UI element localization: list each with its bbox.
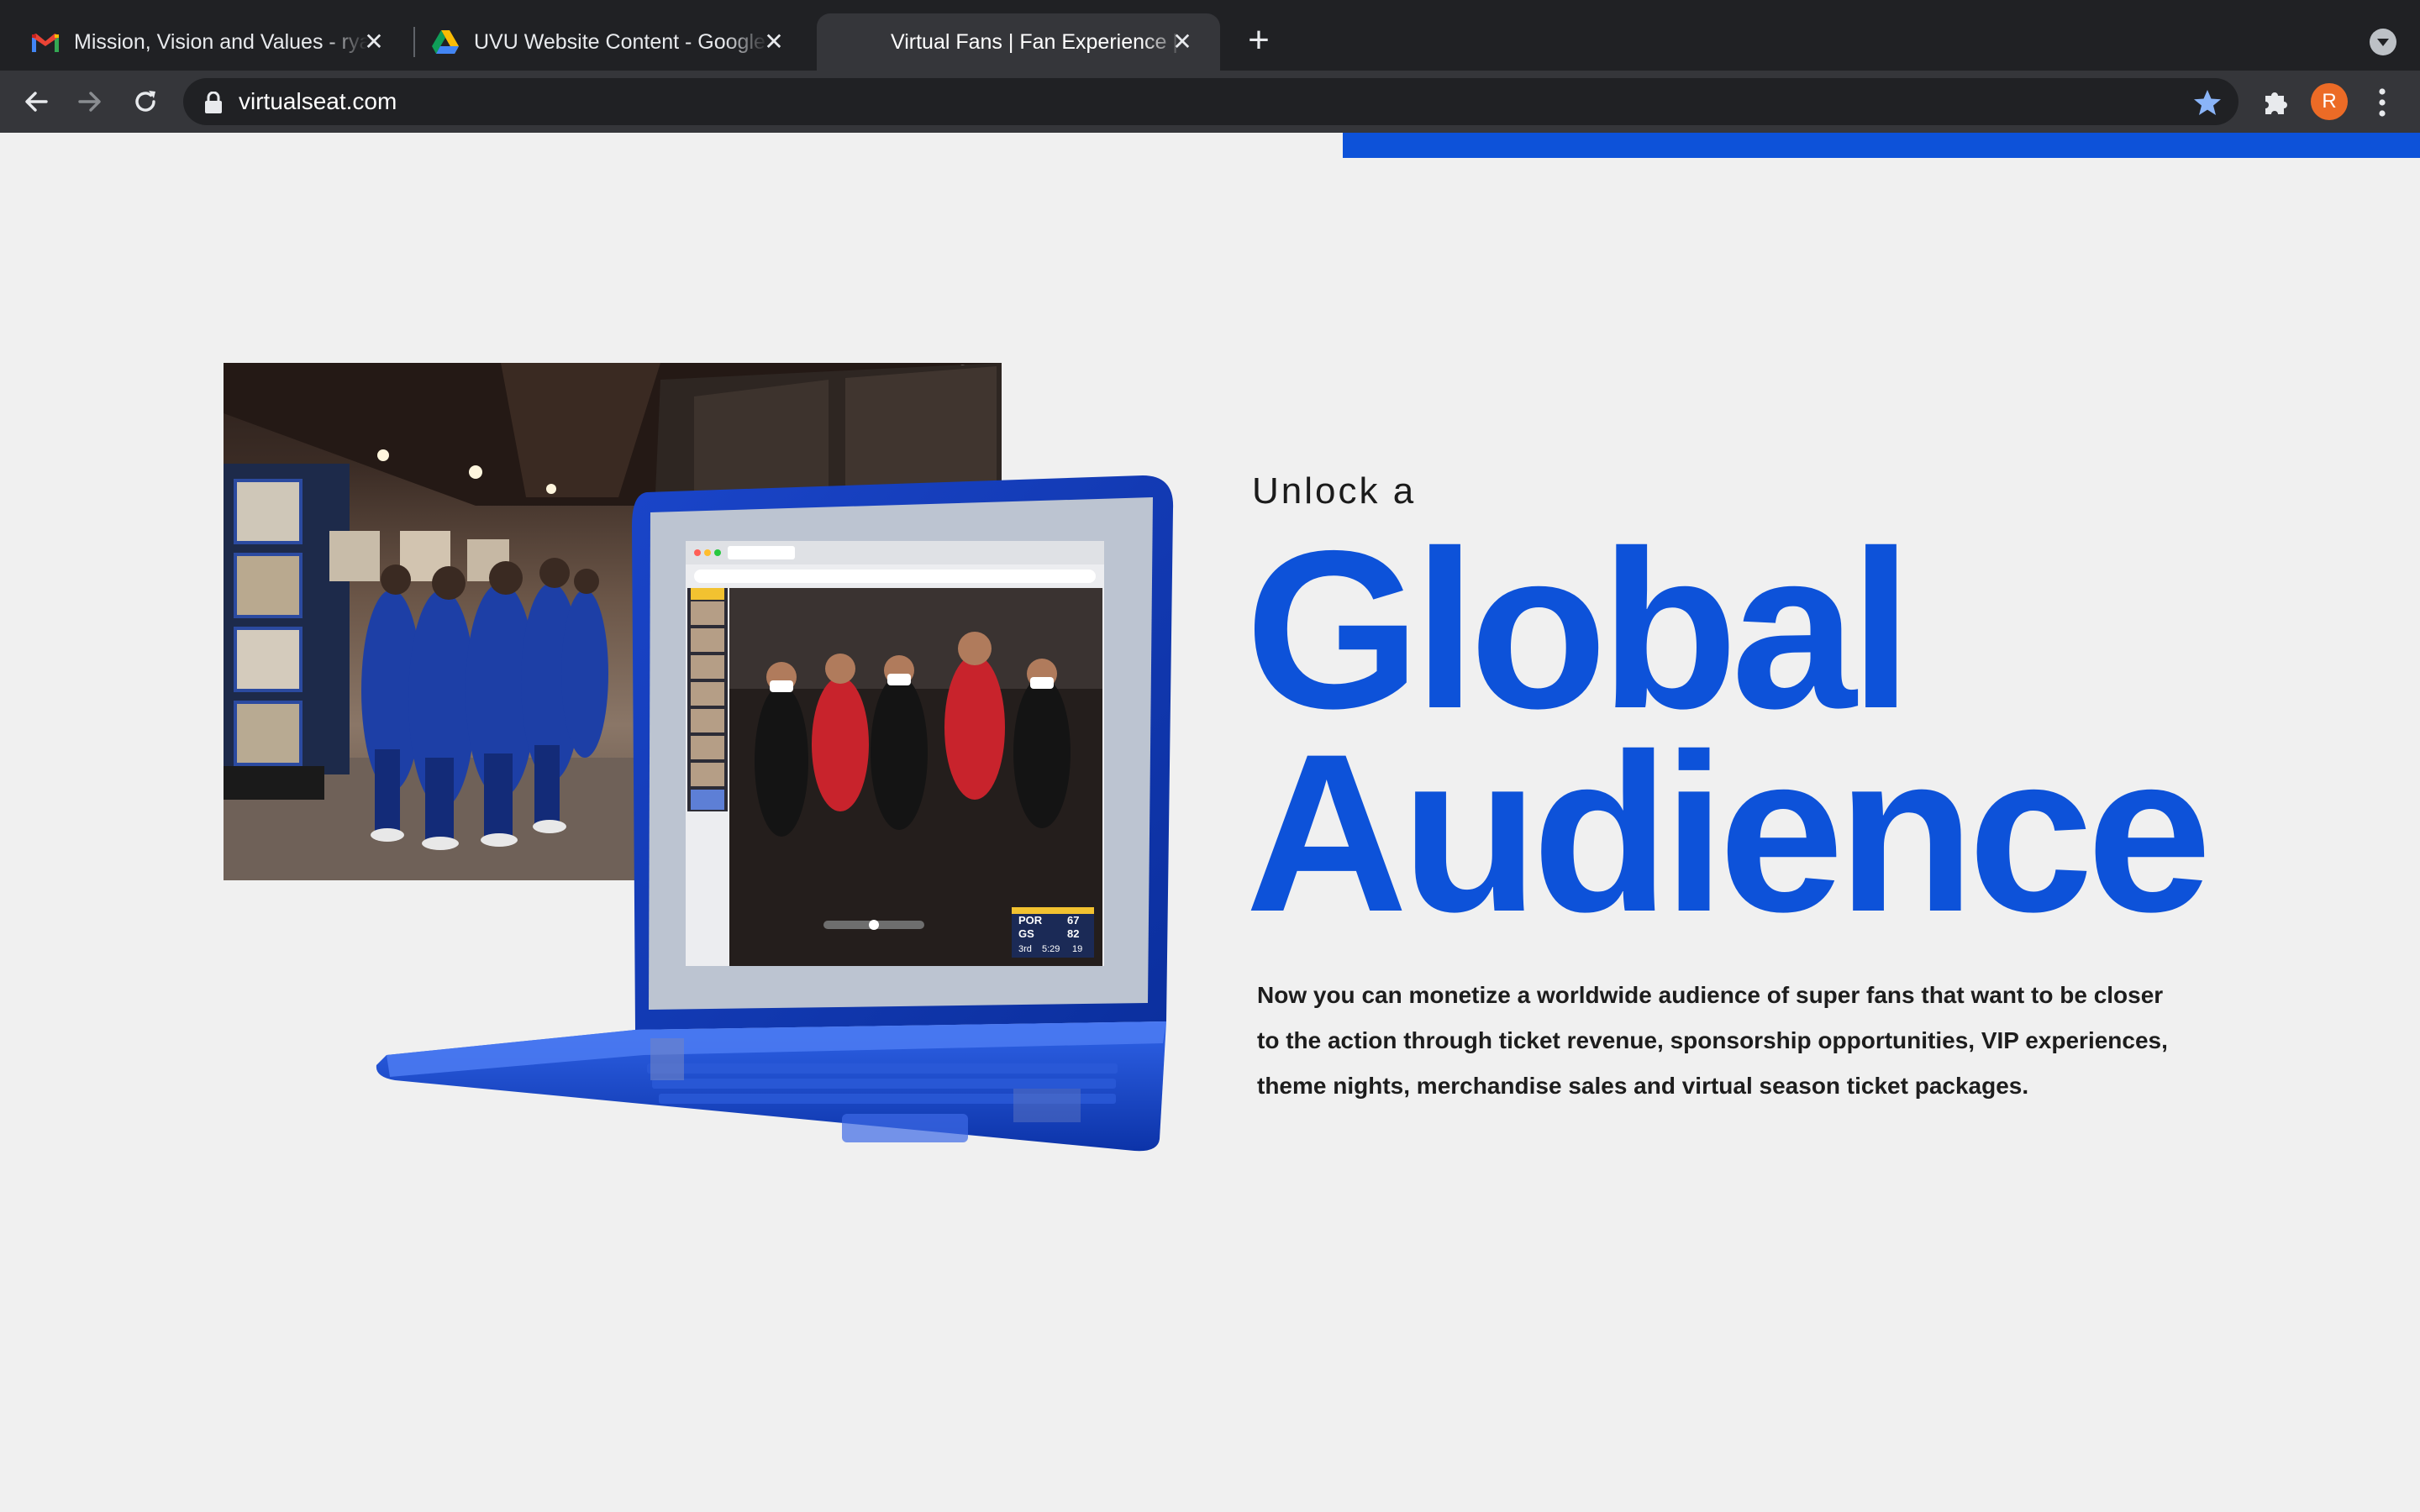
- accent-bar: [1343, 133, 2420, 158]
- reload-icon: [135, 91, 155, 112]
- tab-search-icon[interactable]: [2370, 29, 2396, 55]
- tab-virtual-fans[interactable]: Virtual Fans | Fan Experience | Vir ✕: [817, 13, 1220, 71]
- headline-line-2: Audience: [1245, 706, 2212, 958]
- profile-avatar[interactable]: R: [2311, 83, 2348, 120]
- tab-strip: Mission, Vision and Values - ryan ✕ UVU …: [0, 0, 2420, 71]
- hero-body-text: Now you can monetize a worldwide audienc…: [1257, 982, 2168, 1099]
- back-button[interactable]: [17, 82, 55, 121]
- arrow-right-icon: [78, 92, 101, 112]
- more-menu-icon[interactable]: [2370, 86, 2395, 119]
- hero-headline: Global Audience: [1245, 503, 2212, 958]
- headline-line-1: Global: [1245, 503, 1912, 755]
- address-bar[interactable]: virtualseat.com: [183, 78, 2238, 125]
- scoreboard-home: POR: [1018, 914, 1043, 927]
- close-icon[interactable]: ✕: [1170, 29, 1195, 55]
- arrow-left-icon: [25, 92, 48, 112]
- close-icon[interactable]: ✕: [761, 29, 786, 55]
- extensions-puzzle-icon[interactable]: [2260, 86, 2292, 118]
- reload-button[interactable]: [126, 82, 165, 121]
- blank-favicon: [849, 29, 876, 55]
- page-content: POR 67 GS 82 3rd 5:29 19 Unlock a Global…: [0, 133, 2420, 1512]
- new-tab-button[interactable]: +: [1240, 22, 1277, 60]
- bookmark-star-icon[interactable]: [2193, 88, 2222, 117]
- forward-button[interactable]: [71, 82, 109, 121]
- scoreboard-clock: 5:29: [1042, 944, 1060, 954]
- scoreboard-shot-clock: 19: [1072, 944, 1082, 954]
- tab-title: UVU Website Content - Google Drive: [474, 29, 768, 54]
- scoreboard-home-score: 67: [1067, 914, 1079, 927]
- tab-title: Mission, Vision and Values - ryan: [74, 29, 368, 54]
- scoreboard-away: GS: [1018, 927, 1034, 940]
- scoreboard-away-score: 82: [1067, 927, 1079, 940]
- tab-title: Virtual Fans | Fan Experience | Vir: [891, 29, 1185, 54]
- tab-gmail[interactable]: Mission, Vision and Values - ryan ✕: [0, 13, 412, 71]
- laptop-illustration: POR 67 GS 82 3rd 5:29 19: [376, 475, 1174, 1152]
- gmail-icon: [32, 29, 59, 55]
- scoreboard-period: 3rd: [1018, 944, 1032, 954]
- close-icon[interactable]: ✕: [361, 29, 387, 55]
- browser-toolbar: virtualseat.com R: [0, 71, 2420, 133]
- google-drive-icon: [432, 29, 459, 55]
- lock-icon: [205, 92, 222, 113]
- tab-google-drive[interactable]: UVU Website Content - Google Drive ✕: [400, 13, 812, 71]
- url-text[interactable]: virtualseat.com: [239, 78, 397, 125]
